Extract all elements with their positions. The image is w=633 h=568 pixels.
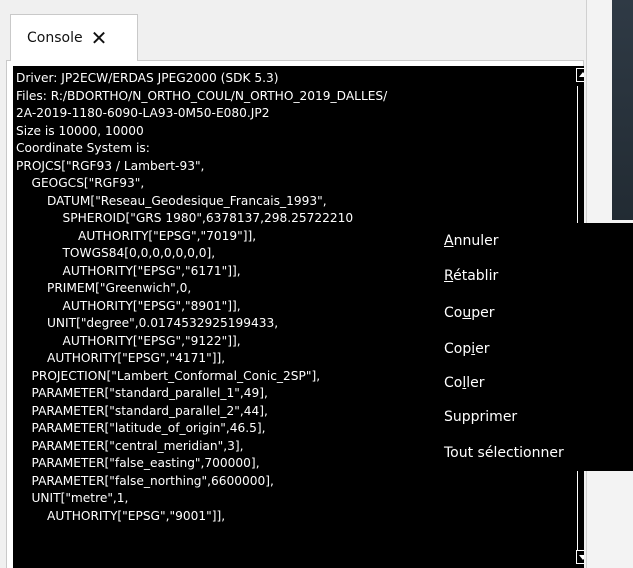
console-line: AUTHORITY["EPSG","6171"]], — [16, 263, 241, 278]
scroll-down-arrow-icon[interactable] — [576, 550, 584, 564]
menu-item-annuler[interactable]: Annuler — [444, 233, 498, 249]
console-line: PARAMETER["false_northing",6600000], — [16, 473, 274, 488]
menu-item-copier[interactable]: Copier — [444, 341, 490, 357]
background-window-dark-area — [612, 0, 633, 220]
tab-console[interactable]: Console ✕ — [10, 14, 138, 61]
console-line: PARAMETER["standard_parallel_1",49], — [16, 386, 268, 400]
console-line: PARAMETER["central_meridian",3], — [16, 438, 244, 453]
console-line: TOWGS84[0,0,0,0,0,0,0], — [16, 246, 216, 260]
menu-item-supprimer[interactable]: Supprimer — [444, 409, 517, 425]
console-line: PARAMETER["false_easting",700000], — [16, 456, 260, 470]
console-line: PARAMETER["latitude_of_origin",46.5], — [16, 421, 266, 435]
console-line: Size is 10000, 10000 — [16, 123, 144, 138]
console-line: UNIT["degree",0.0174532925199433, — [16, 316, 279, 330]
close-icon[interactable]: ✕ — [91, 28, 108, 48]
tab-console-label: Console — [27, 30, 83, 46]
console-line: SPHEROID["GRS 1980",6378137,298.25722210 — [16, 211, 354, 225]
console-line: AUTHORITY["EPSG","8901"]], — [16, 298, 241, 313]
console-line: UNIT["metre",1, — [16, 491, 129, 505]
console-line: PRIMEM["Greenwich",0, — [16, 281, 192, 295]
menu-item-retablir[interactable]: Rétablir — [444, 268, 498, 284]
console-line: 2A-2019-1180-6090-LA93-0M50-E080.JP2 — [16, 106, 270, 120]
console-window: Console ✕ Driver: JP2ECW/ERDAS JPEG2000 … — [0, 0, 633, 568]
menu-item-tout-selectionner[interactable]: Tout sélectionner — [444, 445, 564, 461]
menu-item-couper[interactable]: Couper — [444, 305, 494, 321]
console-line: PROJCS["RGF93 / Lambert-93", — [16, 158, 205, 173]
console-line: Coordinate System is: — [16, 141, 150, 155]
console-line: PROJECTION["Lambert_Conformal_Conic_2SP"… — [16, 368, 321, 383]
console-line: Files: R:/BDORTHO/N_ORTHO_COUL/N_ORTHO_2… — [16, 88, 388, 103]
console-line: PARAMETER["standard_parallel_2",44], — [16, 403, 268, 418]
console-line: AUTHORITY["EPSG","9001"]], — [16, 508, 226, 523]
menu-item-coller[interactable]: Coller — [444, 375, 485, 391]
scroll-up-arrow-icon[interactable] — [576, 68, 584, 82]
console-line: GEOGCS["RGF93", — [16, 176, 145, 190]
console-line: DATUM["Reseau_Geodesique_Francais_1993", — [16, 193, 327, 208]
context-menu: Annuler Rétablir Couper Copier Coller Supprim… — [427, 223, 633, 471]
console-line: AUTHORITY["EPSG","4171"]], — [16, 351, 226, 365]
console-line: Driver: JP2ECW/ERDAS JPEG2000 (SDK 5.3) — [16, 71, 279, 85]
console-line: AUTHORITY["EPSG","7019"]], — [16, 228, 257, 243]
console-line: AUTHORITY["EPSG","9122"]], — [16, 333, 241, 348]
